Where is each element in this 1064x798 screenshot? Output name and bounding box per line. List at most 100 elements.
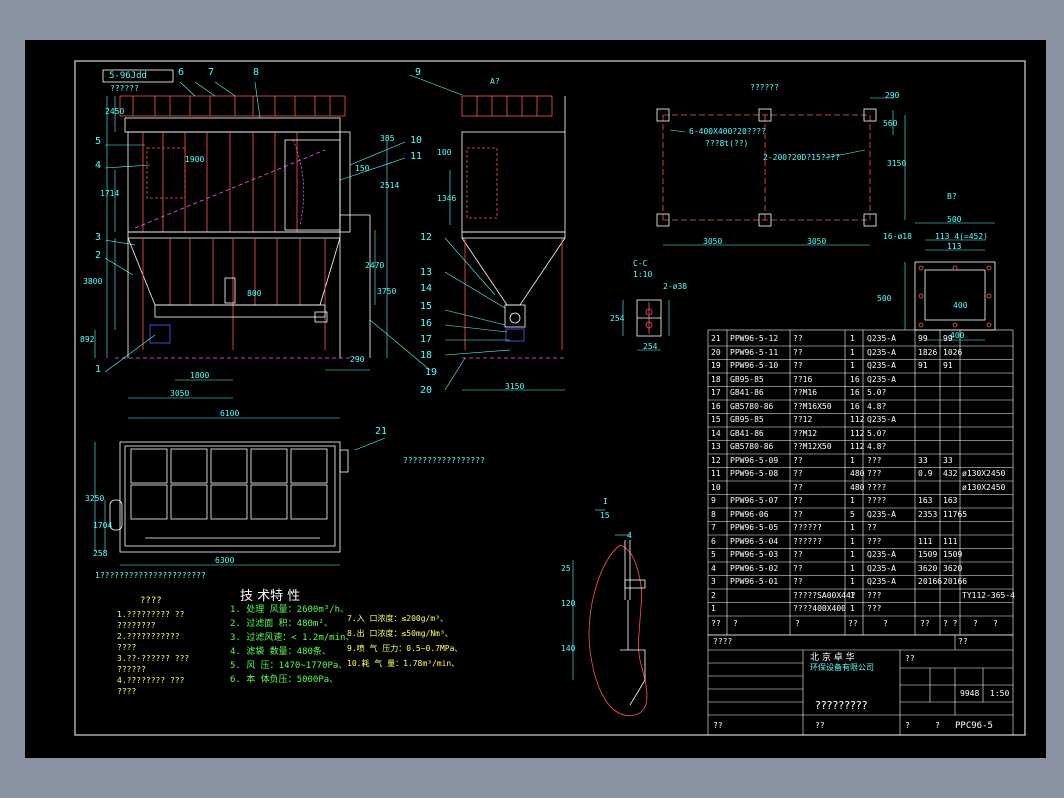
view-a-label: A? bbox=[490, 77, 500, 86]
hole-note: 16-ø18 bbox=[883, 232, 912, 241]
bom-cell-qty: 16 bbox=[850, 374, 860, 384]
bom-cell-name: ?? bbox=[793, 563, 803, 573]
bom-cell-no: 20 bbox=[711, 347, 721, 357]
bom-cell-mat: ??? bbox=[867, 590, 882, 600]
bom-cell-qty: 1 bbox=[850, 455, 855, 465]
bom-cell-name: ??16 bbox=[793, 374, 813, 384]
bom-cell-mat: 4.8? bbox=[867, 442, 887, 451]
bom-cell-no: 12 bbox=[711, 455, 721, 465]
bom-cell-w1: 111 bbox=[918, 536, 933, 546]
bom-cell-mat: Q235-A bbox=[867, 334, 896, 343]
tech-item: 1. 处理 风量：2600m³/h、 bbox=[230, 605, 350, 615]
plan-title: ?????? bbox=[750, 83, 779, 92]
bom-cell-w1: 1509 bbox=[918, 550, 938, 559]
dim-6100: 6100 bbox=[220, 409, 240, 418]
bom-cell-qty: 112 bbox=[850, 442, 865, 451]
bom-cell-code: PPW96-5-12 bbox=[730, 334, 779, 343]
bom-cell-qty: 1 bbox=[850, 334, 855, 343]
tb-name: ????????? bbox=[815, 699, 868, 712]
bom-cell-no: 21 bbox=[711, 334, 721, 343]
bom-cell-code: GB5780-86 bbox=[730, 442, 774, 451]
drawing-sheet: 5-96Jdd ?????? A? ?????? B? C-C 1:10 I 1… bbox=[25, 40, 1046, 758]
bom-cell-name: ?? bbox=[793, 577, 803, 586]
bom-cell-w2: 20166 bbox=[943, 577, 968, 586]
dim-4: 4 bbox=[627, 531, 632, 540]
bom-cell-name: ??M12X50 bbox=[793, 442, 832, 451]
bom-cell-qty: 480 bbox=[850, 469, 865, 478]
bom-cell-code: PPW96-5-05 bbox=[730, 523, 779, 532]
callout-10: 10 bbox=[410, 135, 423, 146]
title-block bbox=[707, 634, 1014, 736]
bom-cell-code: PPW96-5-11 bbox=[730, 347, 779, 357]
bom-cell-qty: 16 bbox=[850, 388, 860, 397]
bom-cell-name: ?? bbox=[793, 347, 803, 357]
bom-cell-mat: Q235-A bbox=[867, 509, 896, 519]
bom-cell-code: PPW96-5-03 bbox=[730, 550, 779, 559]
bom-cell-no: 1 bbox=[711, 604, 716, 613]
callout-1: 1 bbox=[95, 364, 102, 375]
bom-cell-no: 4 bbox=[711, 563, 716, 573]
bom-cell-name: ?? bbox=[793, 361, 803, 370]
section-cc-label: C-C bbox=[633, 259, 648, 268]
bom-cell-w2: 99 bbox=[943, 334, 953, 343]
section-cc-scale: 1:10 bbox=[633, 270, 653, 279]
bom-cell-no: 18 bbox=[711, 374, 721, 384]
callout-13: 13 bbox=[420, 267, 433, 278]
tb-scale: 1:50 bbox=[990, 689, 1010, 698]
bom-cell-code: PPW96-5-07 bbox=[730, 496, 779, 505]
code-box-text: 5-96Jdd bbox=[109, 71, 147, 81]
bom-cell-no: 14 bbox=[711, 428, 721, 438]
bom-cell-code: PPW96-5-02 bbox=[730, 563, 779, 573]
dim-3250: 3250 bbox=[85, 494, 105, 503]
dim-500-b: 500 bbox=[877, 294, 892, 303]
dim-100: 100 bbox=[437, 148, 452, 157]
bom-cell-mat: Q235-A bbox=[867, 563, 896, 573]
dim-254-v: 254 bbox=[610, 314, 625, 323]
bom-cell-code: GB5780-86 bbox=[730, 401, 774, 411]
callout-20: 20 bbox=[420, 385, 433, 396]
bom-cell-code: GB95-85 bbox=[730, 415, 764, 424]
tb-r2: ?? bbox=[958, 637, 968, 646]
tech-list: 1. 处理 风量：2600m³/h、 2. 过滤面 积：480m²、 3. 过滤… bbox=[230, 606, 354, 690]
bom-cell-w1: 91 bbox=[918, 361, 928, 370]
dim-254: 254 bbox=[643, 342, 658, 351]
bom-cell-no: 13 bbox=[711, 442, 721, 451]
bom-cell-no: 15 bbox=[711, 415, 721, 424]
bom-cell-code: PPW96-5-04 bbox=[730, 536, 779, 546]
tech-item: 3. 过滤风速：< 1.2m/min、 bbox=[230, 633, 355, 643]
bom-cell-name: ?? bbox=[793, 496, 803, 505]
dim-113: 113 bbox=[947, 242, 962, 251]
bom-cell-w1: 33 bbox=[918, 455, 928, 465]
bom-cell-code: PPW96-5-01 bbox=[730, 577, 779, 586]
tech-item-2: 9.喷 气 压力：0.5~0.7MPa、 bbox=[347, 644, 463, 653]
callout-21: 21 bbox=[375, 426, 388, 437]
bom-cell-mat: Q235-A bbox=[867, 361, 896, 370]
dim-500: 500 bbox=[947, 215, 962, 224]
tb-small: ???? bbox=[713, 637, 733, 646]
tb-r1: ?? bbox=[905, 654, 915, 663]
callout-7: 7 bbox=[208, 67, 215, 78]
bom-cell-mat: Q235-A bbox=[867, 347, 896, 357]
bom-cell-mat: 4.8? bbox=[867, 401, 887, 411]
dim-plan-3150: 3150 bbox=[887, 159, 907, 168]
note-line: 4.???????? ??? bbox=[117, 676, 185, 685]
bom-cell-code: GB41-86 bbox=[730, 428, 764, 438]
bom-cell-qty: 16 bbox=[850, 401, 860, 411]
bom-cell-mat: ?? bbox=[867, 523, 877, 532]
tech-item: 4. 滤袋 数量：480条、 bbox=[230, 647, 331, 657]
hole-note-2: 2-ø38 bbox=[663, 282, 688, 291]
bom-cell-no: 2 bbox=[711, 590, 716, 600]
bom-cell-code: GB41-86 bbox=[730, 388, 764, 397]
dim-290: 290 bbox=[350, 355, 365, 364]
bom-cell-w2: 11765 bbox=[943, 509, 968, 519]
note-line: ???? bbox=[117, 687, 137, 696]
bom-cell-note: TY112-365-4 bbox=[962, 590, 1015, 600]
note-line: 3.??·?????? ??? bbox=[117, 654, 190, 663]
bom-cell-code: GB95-85 bbox=[730, 374, 764, 384]
front-elevation bbox=[94, 69, 406, 419]
dim-3050: 3050 bbox=[170, 389, 190, 398]
dim-120: 120 bbox=[561, 599, 576, 608]
callout-16: 16 bbox=[420, 318, 433, 329]
bom-head-w1: ?? bbox=[920, 619, 930, 628]
bom-cell-no: 6 bbox=[711, 536, 716, 546]
